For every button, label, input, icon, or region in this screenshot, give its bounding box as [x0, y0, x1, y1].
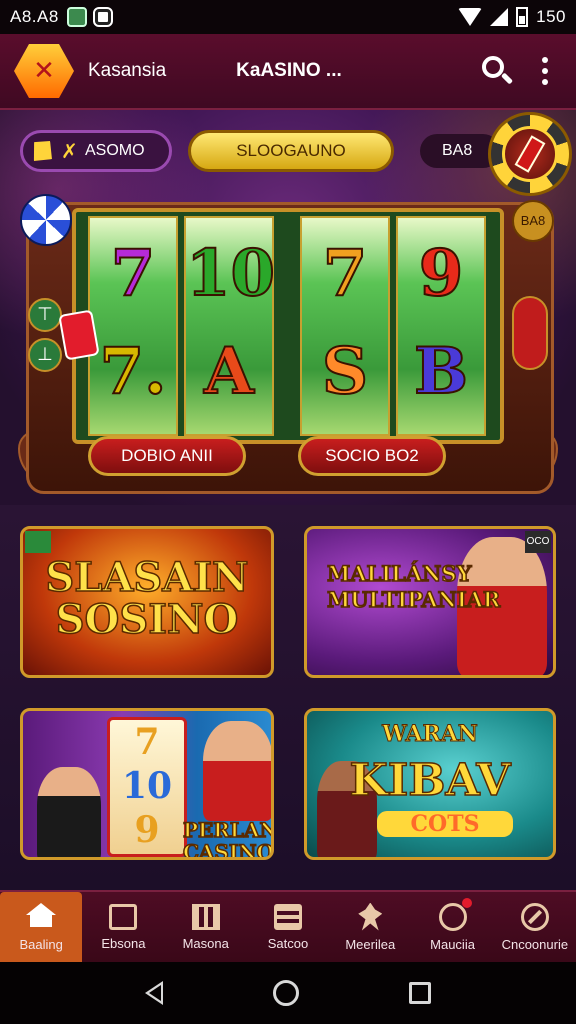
- game-tile[interactable]: 7 10 9 PERLANE CASINO: [20, 708, 274, 860]
- reel-symbol: 7: [110, 236, 157, 311]
- person-icon: [358, 902, 383, 931]
- hero-banner: ✗ ASOMO SLOOGAUNO BA8 7 7. 10 A 7 S 9 B …: [0, 110, 576, 505]
- side-right-button[interactable]: BA8: [512, 200, 554, 242]
- search-button[interactable]: [476, 51, 516, 91]
- side-lever-button[interactable]: [512, 296, 548, 370]
- nav-label: Masona: [182, 935, 229, 951]
- game-title: SLASAIN SOSINO: [45, 554, 250, 643]
- home-icon: [26, 902, 57, 931]
- back-icon[interactable]: [145, 981, 163, 1005]
- reel-symbol: 9: [418, 236, 465, 311]
- slot-icon: ✗: [61, 139, 78, 163]
- nav-item-masona[interactable]: Masona: [165, 892, 247, 962]
- wifi-icon: [458, 8, 483, 26]
- player-avatar: [203, 721, 271, 821]
- spin-button-left[interactable]: DOBIO ANII: [88, 436, 246, 476]
- corner-badge: [25, 531, 51, 553]
- game-title: KIBAV: [349, 755, 512, 806]
- nav-item-meerilea[interactable]: Meerilea: [329, 892, 411, 962]
- game-title: PERLANE CASINO: [182, 818, 274, 860]
- app-logo-icon[interactable]: ✕: [14, 44, 74, 98]
- corner-badge: OCO: [525, 531, 551, 553]
- spin-button-right[interactable]: SOCIO BO2: [298, 436, 446, 476]
- nav-item-cncoonurie[interactable]: Cncoonurie: [494, 892, 576, 962]
- nav-item-mauciia[interactable]: Mauciia: [411, 892, 493, 962]
- gift-icon: [191, 903, 220, 930]
- pill-left-label: ASOMO: [85, 142, 145, 159]
- player-avatar: [37, 767, 101, 857]
- reel-symbol: 10: [185, 236, 276, 311]
- more-options-button[interactable]: [528, 51, 562, 91]
- reel-symbol: S: [321, 334, 369, 409]
- nav-label: Mauciia: [430, 936, 475, 952]
- nav-item-satcoo[interactable]: Satcoo: [247, 892, 329, 962]
- reel-symbol: 7.: [99, 334, 168, 409]
- battery-text: 150: [536, 7, 566, 26]
- mini-reel: 7 10 9: [107, 717, 187, 857]
- side-control-button[interactable]: ⊤: [28, 298, 62, 332]
- page-title: KaASINO ...: [236, 60, 342, 81]
- notification-icon: [66, 7, 87, 27]
- nav-label: Cncoonurie: [501, 936, 569, 952]
- slot-reel: 9 B: [396, 216, 486, 436]
- game-tile[interactable]: WARAN KIBAV COTS: [304, 708, 556, 860]
- nav-item-home[interactable]: Baaling: [0, 892, 83, 962]
- ticket-icon: [28, 137, 56, 165]
- status-bar: A8.A8 150: [0, 0, 576, 34]
- casino-chip-icon[interactable]: [488, 112, 572, 196]
- user-icon: [438, 897, 472, 931]
- game-title: MALILÁNSY MULTIPANIAR: [326, 560, 501, 613]
- compass-icon: [520, 902, 549, 931]
- side-control-button[interactable]: ⊥: [28, 338, 62, 372]
- checkbox-icon: [109, 903, 138, 930]
- status-right: 150: [458, 7, 566, 27]
- status-time: A8.A8: [10, 7, 59, 26]
- nav-label: Meerilea: [345, 936, 396, 952]
- app-bar: ✕ Kasansia KaASINO ...: [0, 34, 576, 110]
- game-tile[interactable]: SLASAIN SOSINO: [20, 526, 274, 678]
- list-icon: [273, 903, 302, 930]
- nav-label: Satcoo: [267, 935, 309, 951]
- poker-chip-icon: [20, 194, 72, 246]
- slot-reel: 7 S: [300, 216, 390, 436]
- recent-apps-icon[interactable]: [409, 982, 431, 1004]
- home-circle-icon[interactable]: [273, 980, 299, 1006]
- nav-label: Ebsona: [101, 935, 146, 951]
- reel-symbol: 7: [322, 236, 369, 311]
- bottom-navigation: Baaling Ebsona Masona Satcoo Meerilea Ma…: [0, 890, 576, 962]
- nav-item-ebsona[interactable]: Ebsona: [82, 892, 164, 962]
- app-name: Kasansia: [88, 60, 167, 81]
- game-tagline: COTS: [377, 811, 513, 837]
- slot-reel: 7 7.: [88, 216, 178, 436]
- slot-reel: 10 A: [184, 216, 276, 436]
- pill-left-button[interactable]: ✗ ASOMO: [20, 130, 172, 172]
- battery-icon: [516, 7, 529, 27]
- nav-label: Baaling: [19, 936, 63, 952]
- reel-symbol: A: [203, 334, 255, 409]
- signal-icon: [490, 8, 509, 26]
- reel-symbol: B: [413, 334, 469, 409]
- system-navigation-bar: [0, 962, 576, 1024]
- pill-center-button[interactable]: SLOOGAUNO: [188, 130, 394, 172]
- game-subtitle: WARAN: [382, 721, 479, 748]
- notification-icon: [92, 7, 113, 27]
- game-tile[interactable]: OCO MALILÁNSY MULTIPANIAR: [304, 526, 556, 678]
